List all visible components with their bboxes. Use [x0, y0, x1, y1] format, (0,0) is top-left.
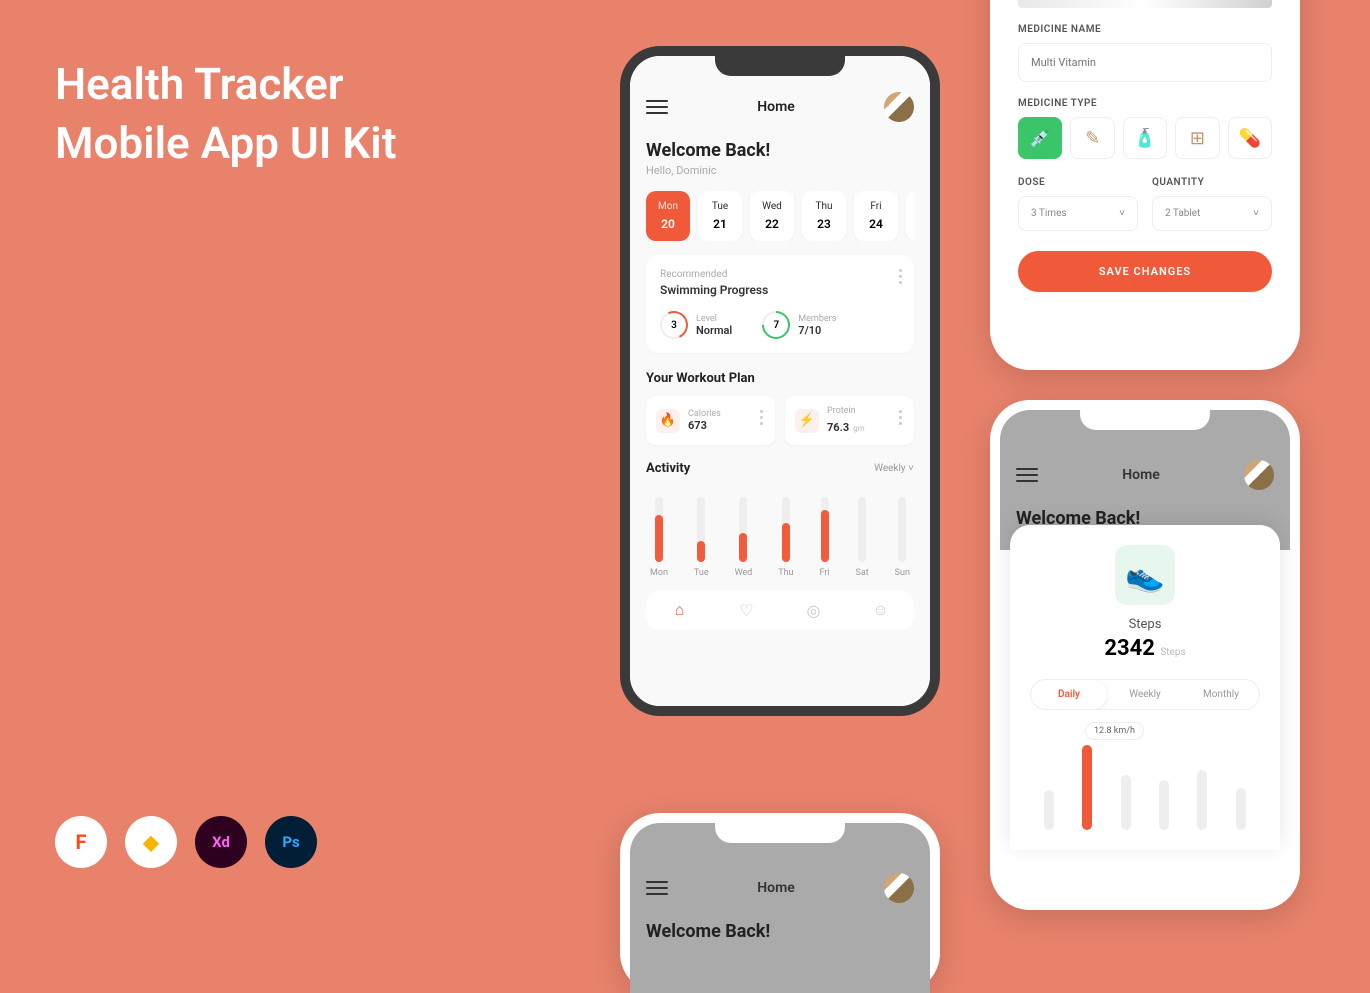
- type-pills-icon[interactable]: ⊞: [1175, 117, 1219, 159]
- welcome-heading: Welcome Back!: [646, 140, 914, 161]
- sketch-icon: ◆: [125, 816, 177, 868]
- day-pill[interactable]: Wed22: [750, 191, 794, 241]
- save-button[interactable]: SAVE CHANGES: [1018, 251, 1272, 292]
- avatar[interactable]: [884, 873, 914, 903]
- type-bottle-icon[interactable]: 🧴: [1123, 117, 1167, 159]
- tool-badges: F ◆ Xd Ps: [55, 816, 317, 868]
- dose-label: DOSE: [1018, 177, 1138, 188]
- home-icon[interactable]: ⌂: [670, 600, 690, 620]
- kebab-icon[interactable]: [899, 410, 902, 425]
- phone-steps: Home Welcome Back! 👟 Steps 2342 Steps Da…: [990, 400, 1300, 910]
- dose-select[interactable]: 3 Times˅: [1018, 196, 1138, 231]
- menu-icon[interactable]: [1016, 468, 1038, 482]
- figma-icon: F: [55, 816, 107, 868]
- recommended-card[interactable]: Recommended Swimming Progress 3 Level No…: [646, 255, 914, 353]
- protein-card[interactable]: ⚡ Protein 76.3 gm: [785, 396, 914, 445]
- quantity-label: QUANTITY: [1152, 177, 1272, 188]
- type-capsule-icon[interactable]: 💊: [1228, 117, 1272, 159]
- level-ring: 3: [660, 311, 688, 339]
- quantity-select[interactable]: 2 Tablet˅: [1152, 196, 1272, 231]
- heart-icon[interactable]: ♡: [737, 600, 757, 620]
- menu-icon[interactable]: [646, 100, 668, 114]
- kebab-icon[interactable]: [899, 269, 902, 284]
- type-syringe-icon[interactable]: ✎: [1070, 117, 1114, 159]
- steps-count: 2342 Steps: [1030, 636, 1260, 661]
- chevron-down-icon: ˅: [1119, 208, 1125, 219]
- period-tab[interactable]: Weekly: [1107, 680, 1183, 709]
- activity-chart: MonTueWedThuFriSatSun: [646, 488, 914, 578]
- speed-badge: 12.8 km/h: [1085, 722, 1144, 740]
- members-ring: 7: [762, 311, 790, 339]
- steps-chart: 12.8 km/h: [1030, 730, 1260, 830]
- period-tab[interactable]: Daily: [1031, 680, 1107, 709]
- profile-icon[interactable]: ☺: [871, 600, 891, 620]
- day-pill[interactable]: Mon20: [646, 191, 690, 241]
- avatar[interactable]: [884, 92, 914, 122]
- medicine-type-label: MEDICINE TYPE: [1018, 98, 1272, 109]
- hero-title: Health Tracker Mobile App UI Kit: [55, 55, 396, 174]
- day-pill[interactable]: Thu23: [802, 191, 846, 241]
- workout-heading: Your Workout Plan: [646, 371, 914, 386]
- ps-icon: Ps: [265, 816, 317, 868]
- steps-title: Steps: [1030, 617, 1260, 632]
- flame-icon: 🔥: [656, 409, 680, 433]
- medicine-name-input[interactable]: [1018, 43, 1272, 82]
- type-iv-icon[interactable]: 💉: [1018, 117, 1062, 159]
- activity-heading: Activity: [646, 461, 690, 476]
- shoe-icon: 👟: [1115, 545, 1175, 605]
- phone-medicine: MEDICINE NAME MEDICINE TYPE 💉 ✎ 🧴 ⊞ 💊 DO…: [990, 0, 1300, 370]
- chevron-down-icon: ˅: [1253, 208, 1259, 219]
- bottom-nav: ⌂ ♡ ◎ ☺: [646, 590, 914, 630]
- xd-icon: Xd: [195, 816, 247, 868]
- medicine-name-label: MEDICINE NAME: [1018, 24, 1272, 35]
- menu-icon[interactable]: [646, 881, 668, 895]
- avatar[interactable]: [1244, 460, 1274, 490]
- phone-home-peek: Home Welcome Back!: [620, 813, 940, 993]
- kebab-icon[interactable]: [760, 410, 763, 425]
- day-pill[interactable]: Fri24: [854, 191, 898, 241]
- location-icon[interactable]: ◎: [804, 600, 824, 620]
- phone-home: Home Welcome Back! Hello, Dominic Mon20T…: [620, 46, 940, 716]
- page-title: Home: [757, 99, 795, 115]
- day-pill[interactable]: Tue21: [698, 191, 742, 241]
- bolt-icon: ⚡: [795, 409, 819, 433]
- hello-text: Hello, Dominic: [646, 164, 914, 177]
- day-strip: Mon20Tue21Wed22Thu23Fri24 Sat25: [646, 191, 914, 241]
- medicine-image: [1018, 0, 1272, 8]
- period-tabs: DailyWeeklyMonthly: [1030, 679, 1260, 710]
- calories-card[interactable]: 🔥 Calories 673: [646, 396, 775, 445]
- period-tab[interactable]: Monthly: [1183, 680, 1259, 709]
- day-pill[interactable]: Sat25: [906, 191, 914, 241]
- activity-filter[interactable]: Weekly ˅: [874, 463, 914, 474]
